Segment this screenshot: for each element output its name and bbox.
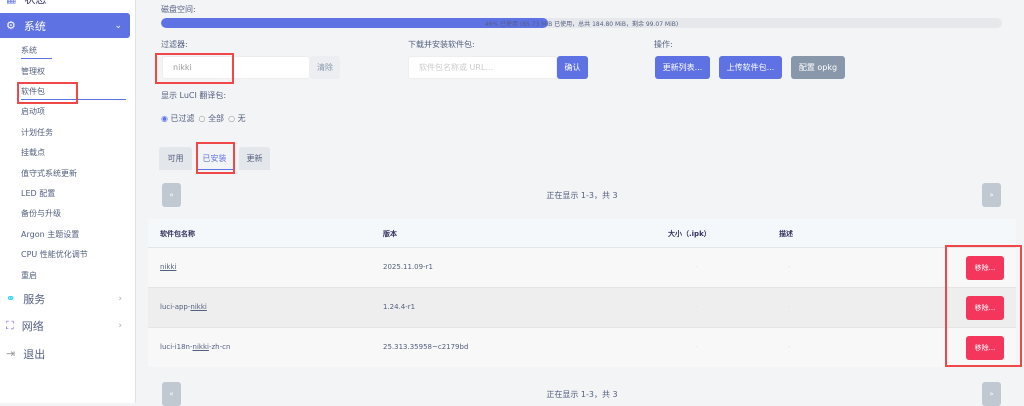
tab-installed[interactable]: 已安装	[196, 147, 233, 170]
menu-services[interactable]: ⚭ 服务 ›	[0, 286, 130, 311]
remove-button[interactable]: 移除...	[966, 256, 1004, 280]
disk-label: 磁盘空间:	[161, 5, 196, 14]
table-row: luci-i18n-nikki-zh-cn 25.313.35958~c2179…	[148, 327, 1016, 367]
radio-all[interactable]: ○ 全部	[199, 113, 225, 124]
sidebar-item-backup[interactable]: 备份与升级	[21, 208, 61, 219]
table-row: luci-app-nikki 1.24.4-r1 - - 移除...	[148, 287, 1016, 327]
next-page-button[interactable]: »	[982, 183, 1001, 207]
package-name: luci-i18n-nikki-zh-cn	[160, 343, 231, 351]
pager-text: 正在显示 1-3，共 3	[546, 191, 618, 200]
configure-opkg-button[interactable]: 配置 opkg	[791, 56, 845, 79]
chevron-right-icon: ›	[118, 320, 122, 331]
actions-label: 操作:	[654, 40, 673, 49]
sidebar-item-reboot[interactable]: 重启	[21, 270, 37, 281]
gear-icon: ⚙	[6, 19, 16, 32]
package-link[interactable]: nikki	[193, 343, 209, 351]
sidebar-item-led[interactable]: LED 配置	[21, 188, 55, 199]
menu-system[interactable]: ⚙ 系统 ⌄	[0, 13, 130, 38]
dashboard-icon: ▦	[6, 0, 16, 5]
package-version: 1.24.4-r1	[383, 303, 416, 311]
sidebar-item-software[interactable]: 软件包	[21, 86, 45, 97]
upload-package-button[interactable]: 上传软件包...	[719, 56, 782, 79]
update-lists-button[interactable]: 更新列表...	[655, 56, 710, 79]
sidebar-item-system[interactable]: 系统	[21, 45, 37, 56]
chevron-down-icon: ⌄	[114, 20, 122, 31]
package-name: luci-app-nikki	[160, 303, 207, 311]
package-version: 2025.11.09-r1	[383, 263, 433, 271]
package-description: -	[788, 303, 791, 311]
next-page-button-bottom[interactable]: »	[982, 382, 1001, 406]
filter-label: 过滤器:	[161, 40, 188, 49]
sidebar-item-cpu[interactable]: CPU 性能优化调节	[21, 249, 88, 260]
sidebar-item-mounts[interactable]: 挂载点	[21, 147, 45, 158]
network-icon: ⛶	[6, 318, 14, 332]
underline	[21, 58, 52, 59]
menu-network[interactable]: ⛶ 网络 ›	[0, 313, 130, 338]
clear-button[interactable]: 清除	[310, 56, 340, 79]
header-version: 版本	[383, 230, 397, 238]
package-name: nikki	[160, 263, 176, 271]
remove-button[interactable]: 移除...	[966, 336, 1004, 360]
filter-input[interactable]: nikki	[162, 56, 310, 79]
package-description: -	[788, 263, 791, 271]
package-link[interactable]: nikki	[190, 303, 206, 311]
sidebar-item-attended-sysupgrade[interactable]: 值守式系统更新	[21, 168, 77, 179]
disk-text: 46% 已使用 (85.73 MiB 已使用，总共 184.80 MiB，剩余 …	[484, 21, 679, 28]
package-size: -	[695, 263, 698, 271]
sidebar-item-cron[interactable]: 计划任务	[21, 127, 53, 138]
disk-progress-bar: 46% 已使用 (85.73 MiB 已使用，总共 184.80 MiB，剩余 …	[161, 18, 1002, 28]
package-version: 25.313.35958~c2179bd	[383, 343, 469, 351]
radio-none[interactable]: ○ 无	[228, 113, 246, 124]
logout-icon: ⇥	[6, 347, 16, 360]
package-size: -	[695, 303, 698, 311]
table-row: nikki 2025.11.09-r1 - - 移除...	[148, 247, 1016, 287]
package-link[interactable]: nikki	[160, 263, 176, 271]
header-name: 软件包名称	[160, 230, 195, 238]
chevron-right-icon: ›	[118, 293, 122, 304]
tab-available[interactable]: 可用	[159, 147, 192, 170]
menu-logout[interactable]: ⇥ 退出	[0, 341, 130, 366]
remove-button[interactable]: 移除...	[966, 296, 1004, 320]
confirm-button[interactable]: 确认	[557, 56, 588, 79]
header-size: 大小（.ipk）	[668, 230, 711, 238]
sidebar-item-startup[interactable]: 启动项	[21, 106, 45, 117]
header-description: 描述	[779, 230, 793, 238]
table-header: 软件包名称 版本 大小（.ipk） 描述	[148, 219, 1016, 247]
sidebar: ▦状态 ⚙系统⌄ 系统 管理权 软件包 启动项 计划任务 挂载点 值守式系统更新…	[0, 0, 136, 403]
tab-updates[interactable]: 更新	[239, 147, 270, 170]
package-size: -	[695, 343, 698, 351]
active-underline	[21, 99, 126, 100]
menu-status[interactable]: ▦状态	[0, 0, 130, 11]
sidebar-item-admin[interactable]: 管理权	[21, 66, 45, 77]
services-icon: ⚭	[6, 292, 16, 305]
translations-radio-group: ◉ 已过滤 ○ 全部 ○ 无	[161, 113, 246, 124]
radio-filtered[interactable]: ◉ 已过滤	[161, 113, 195, 124]
pager-text-bottom: 正在显示 1-3，共 3	[546, 390, 618, 399]
package-description: -	[788, 343, 791, 351]
sidebar-item-argon[interactable]: Argon 主题设置	[21, 229, 79, 240]
translations-label: 显示 LuCI 翻译包:	[161, 91, 227, 100]
package-url-input[interactable]: 软件包名称或 URL...	[408, 56, 557, 79]
download-label: 下载并安装软件包:	[408, 40, 475, 49]
